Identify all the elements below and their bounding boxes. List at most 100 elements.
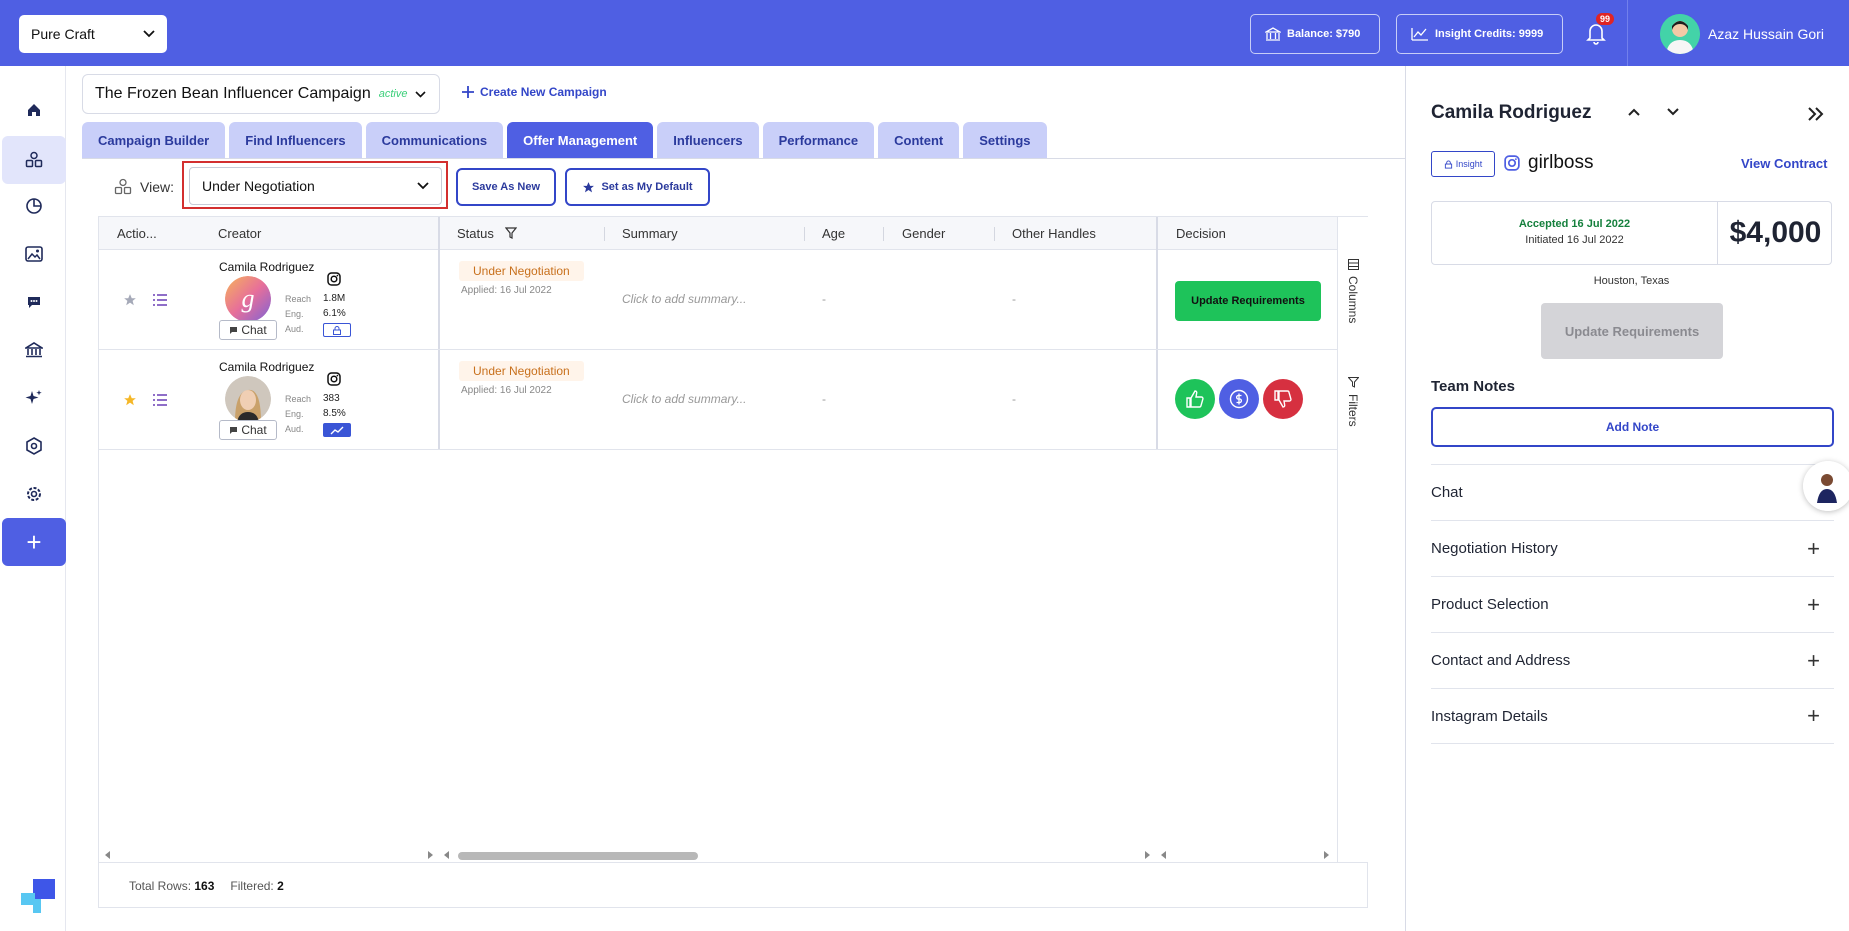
brand-selector[interactable]: Pure Craft: [19, 15, 167, 53]
save-as-new-label: Save As New: [471, 181, 541, 193]
col-status[interactable]: Status: [457, 226, 494, 241]
tab-influencers[interactable]: Influencers: [657, 122, 759, 158]
tab-find-influencers[interactable]: Find Influencers: [229, 122, 362, 158]
list-icon[interactable]: [152, 292, 168, 308]
accordion-product-label: Product Selection: [1431, 596, 1549, 613]
creator-name[interactable]: Camila Rodriguez: [219, 260, 314, 274]
payments-nav[interactable]: [12, 328, 56, 372]
tab-settings[interactable]: Settings: [963, 122, 1047, 158]
list-icon[interactable]: [152, 392, 168, 408]
tab-offer-management[interactable]: Offer Management: [507, 122, 654, 158]
add-note-button[interactable]: Add Note: [1431, 407, 1834, 447]
scroll-left-icon[interactable]: [105, 851, 111, 859]
deal-summary: Accepted 16 Jul 2022 Initiated 16 Jul 20…: [1431, 201, 1832, 265]
scroll-right-icon[interactable]: [1144, 851, 1150, 859]
chat-button[interactable]: Chat: [219, 420, 277, 440]
scroll-right-icon[interactable]: [1323, 851, 1329, 859]
instagram-icon[interactable]: [327, 372, 341, 386]
col-summary[interactable]: Summary: [622, 226, 678, 241]
expand-icon: +: [1807, 591, 1820, 617]
view-select[interactable]: Under Negotiation: [189, 167, 442, 205]
instagram-handle[interactable]: girlboss: [1504, 152, 1593, 174]
media-nav[interactable]: [12, 232, 56, 276]
support-avatar[interactable]: [1803, 461, 1849, 511]
balance-button[interactable]: Balance: $790: [1250, 14, 1380, 54]
scroll-left-icon[interactable]: [1161, 851, 1167, 859]
tab-performance[interactable]: Performance: [762, 122, 875, 158]
summary-cell[interactable]: Click to add summary...: [622, 392, 746, 406]
filter-icon[interactable]: [505, 227, 517, 239]
table-row[interactable]: Camila Rodriguez Reach 383 Eng. 8.5% Aud…: [99, 350, 1337, 450]
accept-button[interactable]: [1175, 379, 1215, 419]
creator-avatar[interactable]: g: [225, 276, 271, 322]
chart-icon: [1411, 28, 1428, 41]
reach-label: Reach: [285, 294, 312, 304]
add-button[interactable]: +: [2, 518, 66, 566]
col-gender[interactable]: Gender: [902, 226, 945, 241]
reject-button[interactable]: [1263, 379, 1303, 419]
insight-tag[interactable]: Insight: [1431, 151, 1495, 177]
col-creator[interactable]: Creator: [218, 226, 261, 241]
reach-label: Reach: [285, 394, 312, 404]
scroll-thumb[interactable]: [458, 852, 698, 860]
user-avatar-image: [1660, 14, 1700, 54]
tab-content[interactable]: Content: [878, 122, 960, 158]
set-default-button[interactable]: Set as My Default: [565, 168, 710, 206]
eng-value: 8.5%: [323, 408, 346, 419]
audience-chart-button[interactable]: [323, 423, 351, 437]
campaign-selector[interactable]: The Frozen Bean Influencer Campaign acti…: [82, 74, 440, 114]
grid-footer: Total Rows: 163 Filtered: 2: [99, 862, 1367, 908]
counter-offer-button[interactable]: [1219, 379, 1259, 419]
chevron-down-icon: [417, 182, 429, 190]
accordion-instagram-details[interactable]: Instagram Details +: [1431, 688, 1834, 744]
accordion-product-selection[interactable]: Product Selection +: [1431, 576, 1834, 632]
chat-button[interactable]: Chat: [219, 320, 277, 340]
insight-credits-button[interactable]: Insight Credits: 9999: [1396, 14, 1563, 54]
col-other-handles[interactable]: Other Handles: [1012, 226, 1096, 241]
tab-campaign-builder[interactable]: Campaign Builder: [82, 122, 226, 158]
creator-avatar[interactable]: [225, 376, 271, 422]
messages-nav[interactable]: [12, 280, 56, 324]
instagram-icon[interactable]: [327, 272, 341, 286]
columns-toggle[interactable]: Columns: [1346, 259, 1360, 323]
update-requirements-button[interactable]: Update Requirements: [1175, 281, 1321, 321]
scroll-left-icon[interactable]: [444, 851, 450, 859]
star-icon[interactable]: [123, 293, 137, 307]
creator-name[interactable]: Camila Rodriguez: [219, 360, 314, 374]
accordion-negotiation-history[interactable]: Negotiation History +: [1431, 520, 1834, 576]
horizontal-scrollbar[interactable]: [99, 848, 1337, 862]
table-row[interactable]: Camila Rodriguez g Reach 1.8M Eng. 6.1% …: [99, 250, 1337, 350]
col-actions[interactable]: Actio...: [117, 226, 157, 241]
lock-icon: [333, 325, 341, 335]
update-requirements-button-disabled: Update Requirements: [1541, 303, 1723, 359]
campaigns-nav[interactable]: [2, 136, 66, 184]
col-decision[interactable]: Decision: [1176, 226, 1226, 241]
save-as-new-button[interactable]: Save As New: [456, 168, 556, 206]
ai-nav[interactable]: [12, 376, 56, 420]
tab-communications[interactable]: Communications: [365, 122, 504, 158]
integrations-nav[interactable]: [12, 424, 56, 468]
lock-icon: [1444, 159, 1452, 169]
chat-bubble-icon: [28, 297, 40, 308]
age-cell: -: [822, 292, 826, 306]
summary-cell[interactable]: Click to add summary...: [622, 292, 746, 306]
columns-icon: [1347, 259, 1359, 270]
accordion-contact-address[interactable]: Contact and Address +: [1431, 632, 1834, 688]
instagram-icon: [1504, 155, 1520, 171]
svg-text:g: g: [242, 284, 255, 313]
col-age[interactable]: Age: [822, 226, 845, 241]
accordion-chat[interactable]: Chat: [1431, 464, 1834, 520]
settings-nav[interactable]: [12, 472, 56, 516]
user-avatar[interactable]: [1660, 14, 1700, 54]
create-campaign-link[interactable]: Create New Campaign: [462, 85, 607, 99]
view-contract-link[interactable]: View Contract: [1741, 156, 1827, 171]
star-icon[interactable]: [123, 393, 137, 407]
chevron-up-icon[interactable]: [1626, 104, 1642, 120]
home-nav[interactable]: [12, 88, 56, 132]
scroll-right-icon[interactable]: [427, 851, 433, 859]
collapse-panel-icon[interactable]: [1807, 106, 1825, 122]
filters-toggle[interactable]: Filters: [1346, 377, 1360, 427]
chevron-down-icon[interactable]: [1665, 104, 1681, 120]
audience-locked-button[interactable]: [323, 323, 351, 337]
analytics-nav[interactable]: [12, 184, 56, 228]
